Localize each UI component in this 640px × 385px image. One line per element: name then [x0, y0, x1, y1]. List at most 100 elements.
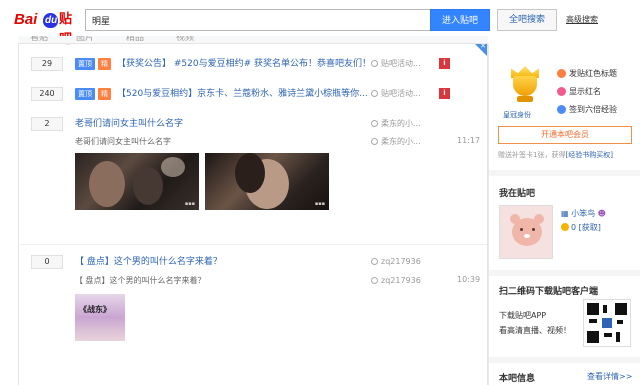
figure-shape: [133, 167, 163, 205]
user-icon: [371, 258, 378, 265]
figure-shape: [89, 161, 125, 207]
renew-text: 赠送补签卡1张，获得: [498, 151, 566, 159]
sign-in-icon: [557, 105, 566, 114]
thread-author[interactable]: 贴吧活动...: [371, 87, 421, 101]
qr-section-title: 扫二维码下载贴吧客户端: [499, 287, 599, 297]
section-divider: [489, 357, 640, 363]
thread-title[interactable]: 老哥们请问女主叫什么名字: [75, 117, 183, 131]
hair-shape: [235, 153, 265, 193]
figure-shape: [161, 157, 185, 177]
thread-image[interactable]: ▪▪▪: [205, 153, 329, 210]
author-name[interactable]: 柔东的小...: [381, 119, 421, 128]
perk-label: 显示红名: [569, 87, 601, 96]
user-icon: [371, 60, 378, 67]
tbean-icon: [561, 223, 569, 231]
reply-count: 29: [31, 57, 63, 71]
advanced-search-link[interactable]: 高级搜索: [566, 9, 598, 31]
qr-module: [589, 319, 597, 323]
reply-icon: [371, 277, 378, 284]
tbean-level: 0 [获取]: [561, 222, 601, 233]
author-name[interactable]: 贴吧活动...: [381, 89, 421, 98]
tab-strip: 看贴 图片 精品 视频: [18, 36, 488, 44]
author-name[interactable]: 柔东的小...: [381, 137, 421, 146]
renew-note: 赠送补签卡1张，获得[经验书购买权]: [498, 150, 613, 160]
get-tbean-link[interactable]: [获取]: [579, 223, 601, 232]
report-icon[interactable]: i: [439, 88, 450, 99]
thread-image[interactable]: 《战东》: [75, 294, 125, 341]
search-input[interactable]: [86, 10, 430, 30]
thread-title[interactable]: 【获奖公告】 #520与爱豆相约# 获奖名单公布！恭喜吧友们！: [117, 57, 371, 71]
qr-finder: [587, 331, 599, 343]
qr-module: [604, 333, 612, 337]
bear-eye: [532, 228, 535, 231]
thread-author[interactable]: 柔东的小...: [371, 117, 421, 131]
thread-author[interactable]: zq217936: [371, 255, 421, 269]
crown-identity-label: 皇冠身份: [503, 111, 531, 119]
username[interactable]: ▦ 小笨鸟 ☻: [561, 208, 606, 219]
tab-videos[interactable]: 视频: [176, 36, 194, 43]
logo-bai-text: Bai: [14, 11, 38, 28]
image-caption: 《战东》: [79, 305, 111, 314]
reply-count: 0: [31, 255, 63, 269]
forum-info-title: 本吧信息: [499, 374, 536, 384]
search-all-button[interactable]: 全吧搜索: [497, 9, 557, 31]
view-details-link[interactable]: 查看详情>>: [587, 371, 632, 382]
thread-abstract: 【 盘点】这个男的叫什么名字来着？: [75, 276, 206, 285]
perk-label: 签到六倍经验: [569, 105, 617, 114]
exp-book-link[interactable]: [经验书购买权]: [565, 151, 612, 159]
download-app-subtext: 看高清直播、视频！: [499, 326, 571, 335]
tab-posts[interactable]: 看贴: [30, 36, 48, 43]
red-title-icon: [557, 69, 566, 78]
last-reply-author[interactable]: 柔东的小...: [371, 135, 421, 149]
featured-badge: 精: [98, 58, 111, 70]
image-watermark: ▪▪▪: [314, 201, 325, 207]
top-header: Bai du 贴吧 进入贴吧 全吧搜索 高级搜索: [0, 0, 640, 47]
perk-red-title: 发贴红色标题: [557, 68, 617, 79]
baidu-tieba-logo[interactable]: Bai du 贴吧: [14, 10, 84, 47]
crown-cup: [513, 76, 537, 96]
thread-abstract: 老哥们请问女主叫什么名字: [75, 137, 171, 146]
reply-icon: [371, 138, 378, 145]
qr-module: [617, 320, 623, 324]
last-reply-author[interactable]: zq217936: [371, 274, 421, 288]
username-text[interactable]: 小笨鸟: [571, 209, 595, 218]
author-name[interactable]: zq217936: [381, 257, 421, 266]
pinned-badge: 置顶: [75, 88, 95, 100]
row-divider: [19, 244, 487, 245]
pinned-badge: 置顶: [75, 58, 95, 70]
last-reply-time: 10:39: [457, 275, 481, 284]
author-name[interactable]: 贴吧活动...: [381, 59, 421, 68]
user-icon: [371, 120, 378, 127]
reply-count: 240: [31, 87, 63, 101]
report-icon[interactable]: i: [439, 58, 450, 69]
red-name-icon: [557, 87, 566, 96]
qr-module: [616, 332, 620, 342]
image-watermark: ▪▪▪: [184, 201, 195, 207]
qr-code[interactable]: [583, 299, 631, 347]
tab-images[interactable]: 图片: [76, 36, 94, 43]
author-name[interactable]: zq217936: [381, 276, 421, 285]
section-divider: [489, 170, 640, 176]
open-membership-button[interactable]: 开通本吧会员: [498, 126, 632, 144]
qr-logo: [602, 318, 612, 328]
bear-head: [512, 218, 542, 246]
thread-list: ✕ 29 置顶 精 【获奖公告】 #520与爱豆相约# 获奖名单公布！恭喜吧友们…: [18, 42, 488, 385]
thread-author[interactable]: 贴吧活动...: [371, 57, 421, 71]
bear-eye: [520, 228, 523, 231]
perk-label: 发贴红色标题: [569, 69, 617, 78]
thread-title[interactable]: 【520与爱豆相约】京东卡、兰蔻粉水、雅诗兰黛小棕瓶等你...: [117, 87, 368, 101]
search-box: [85, 9, 430, 31]
tab-featured[interactable]: 精品: [126, 36, 144, 43]
tbean-count: 0: [571, 223, 577, 232]
enter-tieba-button[interactable]: 进入贴吧: [430, 9, 490, 31]
qr-finder: [615, 303, 627, 315]
devil-icon: ☻: [595, 209, 606, 218]
close-icon[interactable]: ✕: [480, 42, 486, 50]
thread-image[interactable]: ▪▪▪: [75, 153, 199, 210]
avatar[interactable]: [499, 205, 553, 259]
qr-finder: [587, 303, 599, 315]
thread-title[interactable]: 【 盘点】这个男的叫什么名字来着？: [75, 255, 222, 269]
reply-count: 2: [31, 117, 63, 131]
crown-base: [517, 96, 533, 102]
crown-icon: [507, 66, 543, 108]
